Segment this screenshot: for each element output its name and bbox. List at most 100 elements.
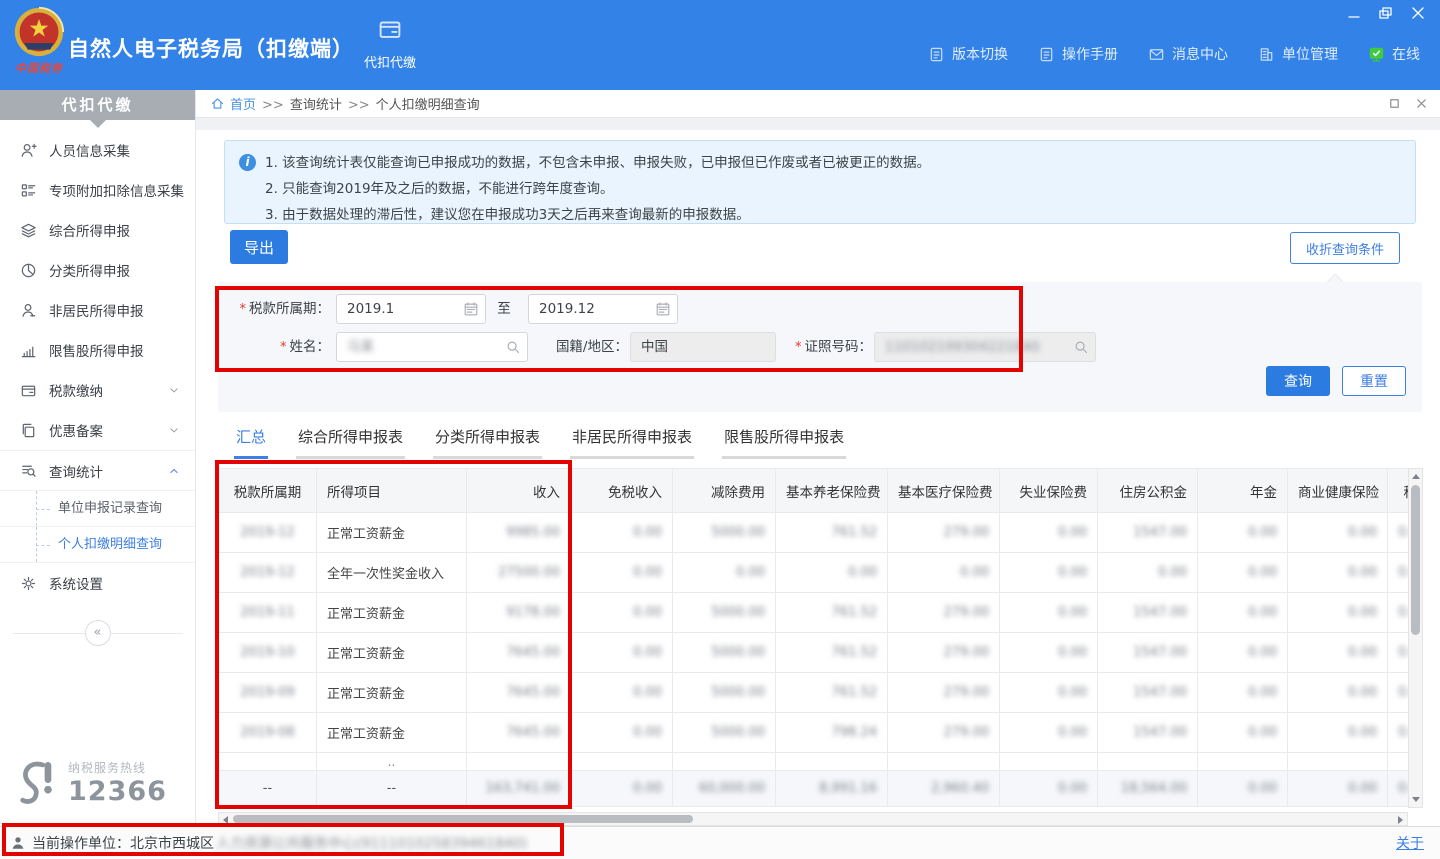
sidebar-item-label: 专项附加扣除信息采集 (49, 180, 184, 200)
sidebar-item-label: 人员信息采集 (49, 140, 130, 160)
table-cell: 0.00 (571, 713, 673, 753)
table-cell: 279.00 (888, 713, 1000, 753)
breadcrumb: 首页>>查询统计>>个人扣缴明细查询 (196, 90, 1440, 118)
table-cell (467, 753, 571, 771)
app-logo: 中国税务 (10, 6, 68, 76)
table-row[interactable]: 2019-10正常工资薪金7645.000.005000.00761.52279… (219, 633, 1409, 673)
scroll-left-arrow-icon[interactable] (223, 816, 228, 824)
vertical-scroll-thumb[interactable] (1411, 485, 1420, 635)
tab-nonresident-income-table[interactable]: 非居民所得申报表 (570, 426, 694, 459)
table-cell: 2019-10 (219, 633, 317, 673)
tab-classified-income-table[interactable]: 分类所得申报表 (433, 426, 542, 459)
notice-line: 2. 只能查询2019年及之后的数据，不能进行跨年度查询。 (265, 176, 1399, 202)
table-row[interactable]: 2019-12全年一次性奖金收入27500.000.000.000.000.00… (219, 553, 1409, 593)
export-button[interactable]: 导出 (230, 230, 288, 264)
scroll-down-arrow-icon[interactable] (1412, 797, 1420, 802)
sidebar-subitem-unit-declare-record-query[interactable]: 单位申报记录查询 (0, 491, 195, 527)
tab-comprehensive-income-table[interactable]: 综合所得申报表 (296, 426, 405, 459)
hotline: 纳税服务热线 12366 (16, 758, 167, 808)
sidebar-item-preferential-filing[interactable]: 优惠备案 (0, 410, 195, 450)
table-row[interactable]: 2019-09正常工资薪金7645.000.005000.00761.52279… (219, 673, 1409, 713)
table-column-header: 减除费用 (673, 469, 776, 513)
header-menu-label: 版本切换 (952, 44, 1008, 64)
sidebar-subitem-personal-withholding-detail-query[interactable]: 个人扣缴明细查询 (0, 527, 195, 563)
layers-icon (20, 222, 37, 239)
table-cell: 正常工资薪金 (317, 673, 467, 713)
tab-restricted-shares-table[interactable]: 限售股所得申报表 (722, 426, 846, 459)
table-cell: 正常工资薪金 (317, 513, 467, 553)
period-to-input[interactable]: 2019.12 (528, 294, 678, 324)
sidebar-item-restricted-shares-declare[interactable]: 限售股所得申报 (0, 330, 195, 370)
sidebar-item-special-deduction-collection[interactable]: 专项附加扣除信息采集 (0, 170, 195, 210)
panel-restore-icon[interactable] (1388, 97, 1401, 110)
table-row[interactable]: 2019-08正常工资薪金7645.000.005000.00798.24279… (219, 713, 1409, 753)
header-menu-version-switch[interactable]: 版本切换 (928, 44, 1008, 64)
sidebar-collapse-row: « (0, 619, 195, 647)
sidebar-item-classified-income-declare[interactable]: 分类所得申报 (0, 250, 195, 290)
table-cell: 0.00 (1388, 713, 1409, 753)
sidebar-item-nonresident-income-declare[interactable]: 非居民所得申报 (0, 290, 195, 330)
panel-window-controls (1388, 97, 1428, 110)
table-cell: 0.00 (1388, 633, 1409, 673)
id-number-label: *证照号码： (784, 332, 872, 363)
table-column-header: 失业保险费 (1000, 469, 1098, 513)
table-column-header: 基本养老保险费 (776, 469, 888, 513)
vertical-scrollbar[interactable] (1408, 468, 1423, 808)
sidebar-item-label: 系统设置 (49, 573, 103, 593)
sidebar-item-tax-payment[interactable]: 税款缴纳 (0, 370, 195, 410)
header-menu-unit-management[interactable]: 单位管理 (1258, 44, 1338, 64)
window-minimize-icon[interactable] (1346, 6, 1362, 20)
table-cell (1198, 753, 1288, 771)
sidebar-item-query-statistics[interactable]: 查询统计 (0, 450, 195, 490)
sidebar-submenu: 单位申报记录查询个人扣缴明细查询 (0, 490, 195, 563)
sidebar-item-person-info-collection[interactable]: 人员信息采集 (0, 130, 195, 170)
query-form: *税款所属期： 2019.1 至 2019.12 *姓名： 马某 国籍/地区： (218, 282, 1422, 412)
horizontal-scrollbar[interactable] (218, 812, 1408, 826)
panel-close-icon[interactable] (1415, 97, 1428, 110)
breadcrumb-home[interactable]: 首页 (230, 98, 256, 113)
sidebar-item-system-settings[interactable]: 系统设置 (0, 563, 195, 603)
table-row-partial: .. (219, 753, 1409, 771)
table-cell: 0.00 (1000, 673, 1098, 713)
table-cell: 正常工资薪金 (317, 633, 467, 673)
breadcrumb-item[interactable]: 个人扣缴明细查询 (376, 98, 480, 113)
table-cell: 0.00 (1000, 633, 1098, 673)
content-panel: i 1. 该查询统计表仅能查询已申报成功的数据，不包含未申报、申报失败，已申报但… (196, 130, 1440, 826)
sidebar-menu: 人员信息采集专项附加扣除信息采集综合所得申报分类所得申报非居民所得申报限售股所得… (0, 130, 195, 603)
collapse-query-button[interactable]: 收折查询条件 (1290, 232, 1400, 264)
table-cell: 2,960.40 (888, 771, 1000, 807)
bar-chart-icon (20, 342, 37, 359)
tab-summary[interactable]: 汇总 (234, 426, 268, 459)
sidebar-collapse-button[interactable]: « (85, 620, 111, 646)
period-from-input[interactable]: 2019.1 (336, 294, 486, 324)
table-cell: 正常工资薪金 (317, 593, 467, 633)
period-label: *税款所属期： (218, 294, 330, 325)
about-link[interactable]: 关于 (1396, 833, 1424, 853)
search-button[interactable]: 查询 (1266, 366, 1330, 396)
reset-button[interactable]: 重置 (1342, 366, 1406, 396)
table-cell: 0.00 (1198, 771, 1288, 807)
id-number-input[interactable]: 110102199304221840 (874, 332, 1096, 362)
header-menu-operation-manual[interactable]: 操作手册 (1038, 44, 1118, 64)
table-cell: 7645.00 (467, 673, 571, 713)
nav-tab-withholding[interactable]: 代扣代缴 (348, 16, 432, 71)
sidebar-item-comprehensive-income-declare[interactable]: 综合所得申报 (0, 210, 195, 250)
table-cell (1388, 753, 1409, 771)
header-menu-label: 消息中心 (1172, 44, 1228, 64)
scroll-right-arrow-icon[interactable] (1398, 816, 1403, 824)
table-cell: 0.00 (673, 553, 776, 593)
nationality-input[interactable]: 中国 (630, 332, 776, 362)
header-menu-label: 在线 (1392, 44, 1420, 64)
header-menu-message-center[interactable]: 消息中心 (1148, 44, 1228, 64)
window-close-icon[interactable] (1410, 6, 1426, 20)
table-cell: 0.00 (1288, 593, 1388, 633)
horizontal-scroll-thumb[interactable] (233, 815, 693, 823)
window-restore-icon[interactable] (1378, 6, 1394, 20)
breadcrumb-item[interactable]: 查询统计 (290, 98, 342, 113)
table-cell: 60,000.00 (673, 771, 776, 807)
name-input[interactable]: 马某 (336, 332, 528, 362)
table-row[interactable]: 2019-11正常工资薪金9178.000.005000.00761.52279… (219, 593, 1409, 633)
header-menu-online-status[interactable]: 在线 (1368, 44, 1420, 64)
table-row[interactable]: 2019-12正常工资薪金9985.000.005000.00761.52279… (219, 513, 1409, 553)
scroll-up-arrow-icon[interactable] (1412, 474, 1420, 479)
